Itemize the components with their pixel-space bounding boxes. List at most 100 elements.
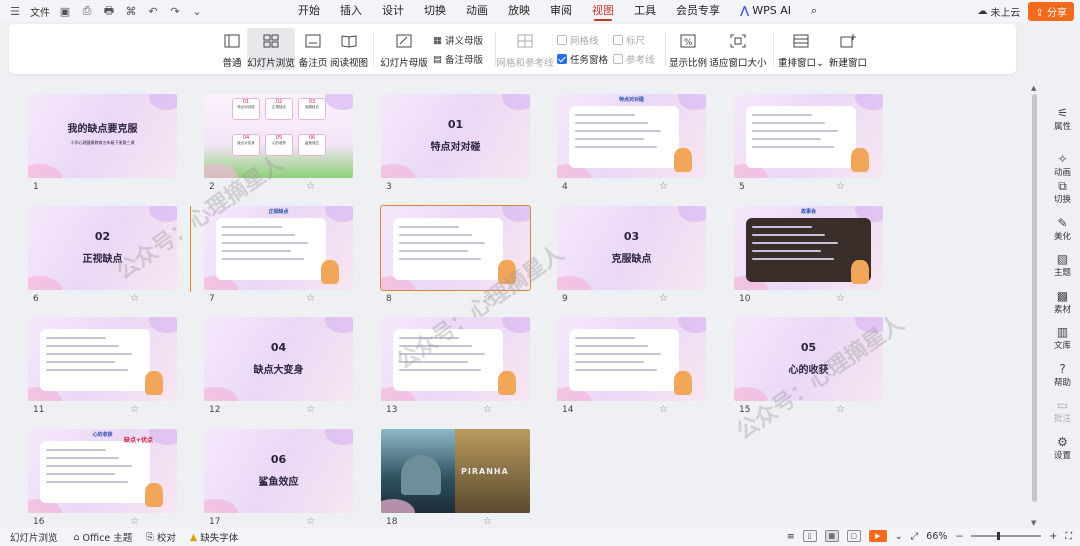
file-menu[interactable]: 文件	[30, 4, 50, 19]
menu-animation[interactable]: 动画	[456, 0, 498, 22]
slide-thumbnail[interactable]	[380, 205, 531, 291]
guides-checkbox[interactable]: 参考线	[613, 52, 655, 66]
zoom-in-icon[interactable]: +	[1049, 531, 1057, 542]
menu-member[interactable]: 会员专享	[666, 0, 730, 22]
handout-master-button[interactable]: ▦ 讲义母版	[433, 33, 483, 48]
format-painter-icon[interactable]: ⌘	[124, 4, 138, 18]
star-icon[interactable]: ☆	[306, 293, 315, 304]
star-icon[interactable]: ☆	[483, 293, 492, 304]
slide-thumbnail[interactable]	[557, 317, 706, 401]
sidebar-library[interactable]: ▥ 文库	[1045, 325, 1080, 351]
slide-thumbnail[interactable]: PIRANHA	[381, 429, 530, 513]
sidebar-properties[interactable]: ⚟ 属性	[1045, 106, 1080, 132]
star-icon[interactable]: ☆	[306, 181, 315, 192]
ruler-check-box[interactable]	[613, 35, 623, 45]
slide-thumbnail[interactable]: 01 特点对对碰 02 正视缺点 03 克服缺点 04 缺点大变身 05 心的收获 06 鲨鱼效应	[204, 94, 353, 178]
print-icon[interactable]: 🖶	[102, 4, 116, 18]
slide-sorter-button[interactable]: 幻灯片浏览	[247, 28, 295, 70]
gridlines-check-box[interactable]	[557, 35, 567, 45]
star-icon[interactable]: ☆	[836, 293, 845, 304]
scroll-up-arrow[interactable]: ▲	[1031, 84, 1036, 92]
new-window-button[interactable]: 新建窗口	[827, 28, 869, 70]
guides-check-box[interactable]	[613, 54, 623, 64]
fit-window-button[interactable]: 适应窗口大小	[710, 28, 767, 70]
redo-icon[interactable]: ↷	[168, 4, 182, 18]
sorter-view-status-button[interactable]: ▦	[824, 530, 839, 542]
menu-lines-icon[interactable]: ≡	[787, 531, 795, 542]
gridlines-checkbox[interactable]: 网格线	[557, 33, 599, 47]
task-pane-check-box[interactable]	[557, 54, 567, 64]
slide-thumbnail[interactable]	[381, 317, 530, 401]
play-menu-chevron-icon[interactable]: ⌄	[895, 531, 903, 542]
star-icon[interactable]: ☆	[659, 181, 668, 192]
save-icon[interactable]: ▣	[58, 4, 72, 18]
slide-thumbnail[interactable]	[734, 94, 883, 178]
cloud-status[interactable]: ☁ 未上云	[977, 4, 1020, 19]
slide-thumbnail[interactable]: 05 心的收获	[734, 317, 883, 401]
slide-thumbnail[interactable]: 正视缺点	[204, 206, 353, 290]
reading-view-button[interactable]: 阅读视图	[330, 28, 368, 70]
menu-tools[interactable]: 工具	[624, 0, 666, 22]
slide-thumbnail[interactable]: 03 克服缺点	[557, 206, 706, 290]
slide-thumbnail[interactable]: 02 正视缺点	[28, 206, 177, 290]
slide-thumbnail[interactable]: 我的缺点要克服 小学心理健康教育五年级下册第三课	[28, 94, 177, 178]
share-button[interactable]: ⇪ 分享	[1028, 2, 1074, 21]
fullscreen-icon[interactable]: ⛶	[1065, 531, 1072, 542]
undo-icon[interactable]: ↶	[146, 4, 160, 18]
slide-thumbnail[interactable]: 特点对对碰	[557, 94, 706, 178]
menu-view[interactable]: 视图	[582, 0, 624, 22]
export-icon[interactable]: ⎙	[80, 4, 94, 18]
normal-view-button[interactable]: 普通	[217, 28, 247, 70]
sidebar-transition[interactable]: ⧉ 切换	[1045, 179, 1080, 205]
slide-thumbnail[interactable]: 故事会	[734, 206, 883, 290]
chevron-down-icon[interactable]: ⌄	[190, 4, 204, 18]
slide-thumbnail[interactable]: 06 鲨鱼效应	[204, 429, 353, 513]
task-pane-checkbox[interactable]: 任务窗格	[557, 52, 608, 66]
star-icon[interactable]: ☆	[130, 516, 139, 527]
zoom-out-icon[interactable]: −	[955, 531, 963, 542]
menu-review[interactable]: 审阅	[540, 0, 582, 22]
vertical-scrollbar[interactable]: ▲ ▼	[1031, 84, 1039, 527]
sidebar-assets[interactable]: ▩ 素材	[1045, 289, 1080, 315]
arrange-window-button[interactable]: 重排窗口⌄	[778, 28, 824, 70]
notes-page-button[interactable]: 备注页	[297, 28, 329, 70]
star-icon[interactable]: ☆	[130, 404, 139, 415]
sidebar-comments[interactable]: ▭ 批注	[1045, 398, 1080, 424]
star-icon[interactable]: ☆	[659, 404, 668, 415]
ruler-checkbox[interactable]: 标尺	[613, 33, 645, 47]
grid-guides-button[interactable]: 网格和参考线	[497, 28, 554, 70]
hamburger-icon[interactable]: ☰	[8, 4, 22, 18]
zoom-button[interactable]: % 显示比例	[669, 28, 707, 70]
sidebar-beautify[interactable]: ✎ 美化	[1045, 216, 1080, 242]
wps-ai-button[interactable]: ⋀ WPS AI	[730, 0, 801, 22]
status-missing-font[interactable]: ▲ 缺失字体	[190, 530, 238, 545]
normal-view-status-button[interactable]: ▯	[802, 530, 817, 542]
menu-slideshow[interactable]: 放映	[498, 0, 540, 22]
fit-icon[interactable]: ⤢	[911, 531, 919, 542]
slide-master-button[interactable]: 幻灯片母版	[380, 28, 428, 70]
star-icon[interactable]: ☆	[659, 293, 668, 304]
star-icon[interactable]: ☆	[483, 404, 492, 415]
zoom-value[interactable]: 66%	[926, 531, 947, 542]
reading-view-status-button[interactable]: ▢	[846, 530, 861, 542]
status-proof[interactable]: ⎘ 校对	[146, 530, 176, 545]
sidebar-help[interactable]: ? 帮助	[1045, 362, 1080, 388]
slide-thumbnail[interactable]	[28, 317, 177, 401]
slide-thumbnail[interactable]: 01 特点对对碰	[381, 94, 530, 178]
star-icon[interactable]: ☆	[836, 181, 845, 192]
scrollbar-thumb[interactable]	[1032, 94, 1037, 502]
sidebar-animation[interactable]: ✧ 动画	[1045, 152, 1080, 178]
sidebar-settings[interactable]: ⚙ 设置	[1045, 435, 1080, 461]
star-icon[interactable]: ☆	[836, 404, 845, 415]
scroll-down-arrow[interactable]: ▼	[1031, 519, 1036, 527]
play-slideshow-button[interactable]: ▶	[868, 530, 887, 542]
sidebar-theme[interactable]: ▧ 主题	[1045, 252, 1080, 278]
star-icon[interactable]: ☆	[306, 404, 315, 415]
star-icon[interactable]: ☆	[483, 516, 492, 527]
zoom-slider[interactable]	[971, 532, 1042, 540]
status-theme[interactable]: ⌂ Office 主题	[74, 530, 133, 545]
menu-transition[interactable]: 切换	[414, 0, 456, 22]
slide-thumbnail[interactable]: 心的收获 缺点+优点	[28, 429, 177, 513]
menu-home[interactable]: 开始	[288, 0, 330, 22]
star-icon[interactable]: ☆	[130, 293, 139, 304]
